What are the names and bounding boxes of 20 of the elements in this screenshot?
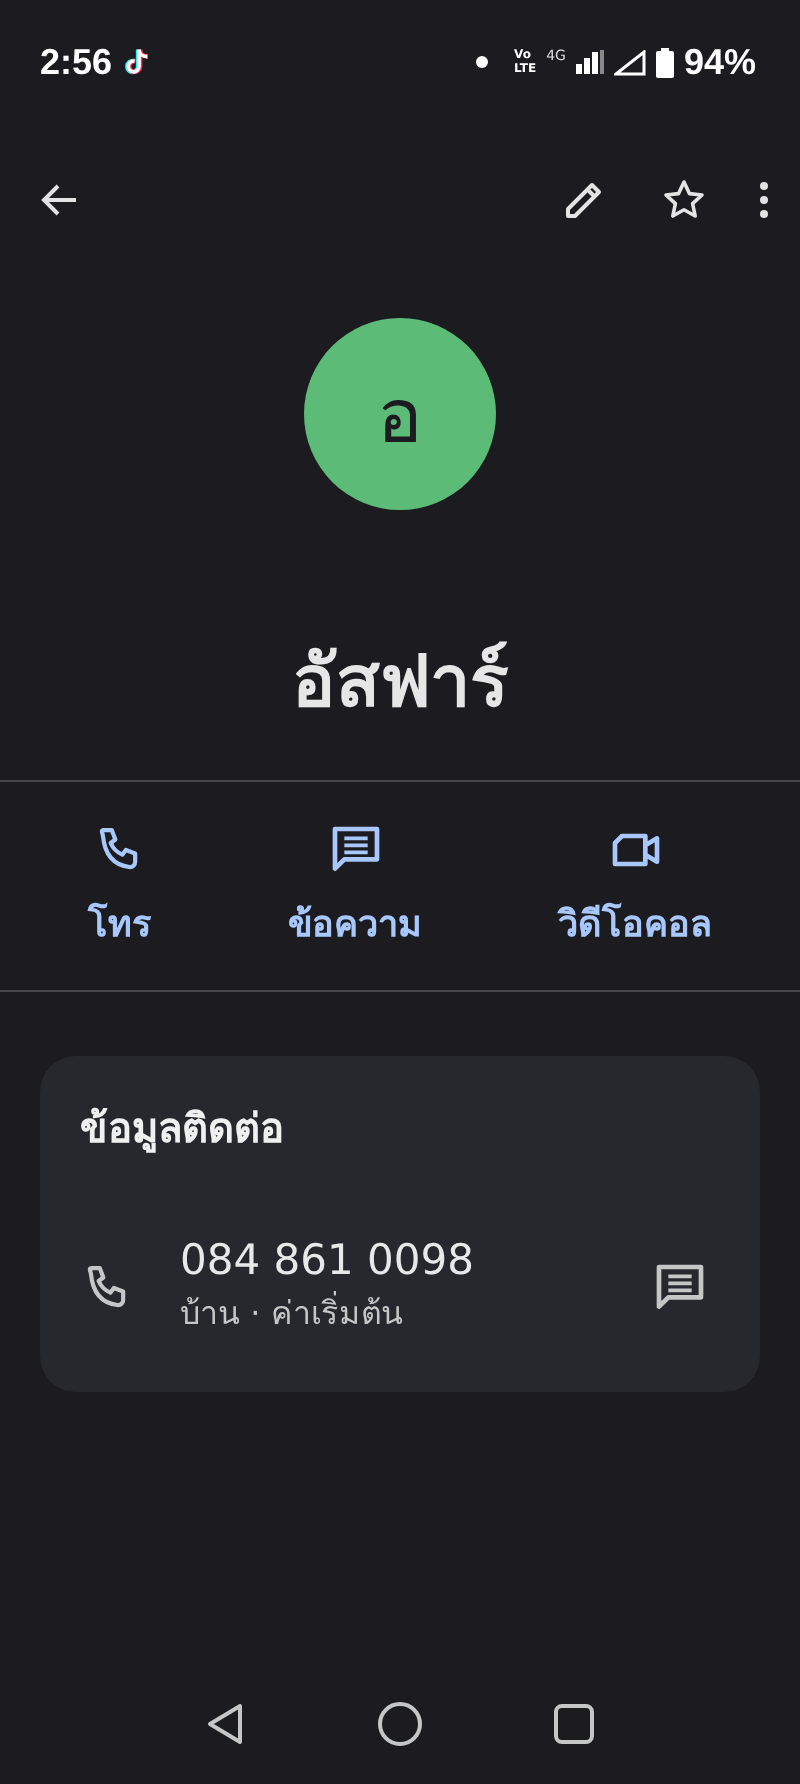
- phone-number[interactable]: 084 861 0098: [180, 1236, 596, 1284]
- phone-label: บ้าน · ค่าเริ่มต้น: [180, 1289, 405, 1336]
- status-time: 2:56: [40, 41, 113, 83]
- signal-icon: [575, 50, 604, 74]
- card-title: ข้อมูลติดต่อ: [80, 1102, 286, 1157]
- message-icon: [652, 1259, 708, 1315]
- contact-name: อัสฟาร์: [292, 639, 508, 727]
- star-icon: [660, 176, 708, 224]
- battery-percentage: 94%: [683, 41, 756, 83]
- more-options-icon: [760, 182, 768, 218]
- battery-icon: [655, 47, 674, 77]
- square-icon: [549, 1700, 598, 1748]
- circle-icon: [375, 1700, 424, 1748]
- signal-icon: [613, 49, 646, 75]
- avatar: อ: [304, 318, 496, 510]
- dot-icon: [476, 56, 489, 68]
- message-action[interactable]: ข้อความ: [280, 813, 430, 959]
- call-action[interactable]: โทร: [80, 813, 160, 959]
- video-action[interactable]: วิดีโอคอล: [550, 813, 720, 959]
- message-icon: [327, 821, 383, 877]
